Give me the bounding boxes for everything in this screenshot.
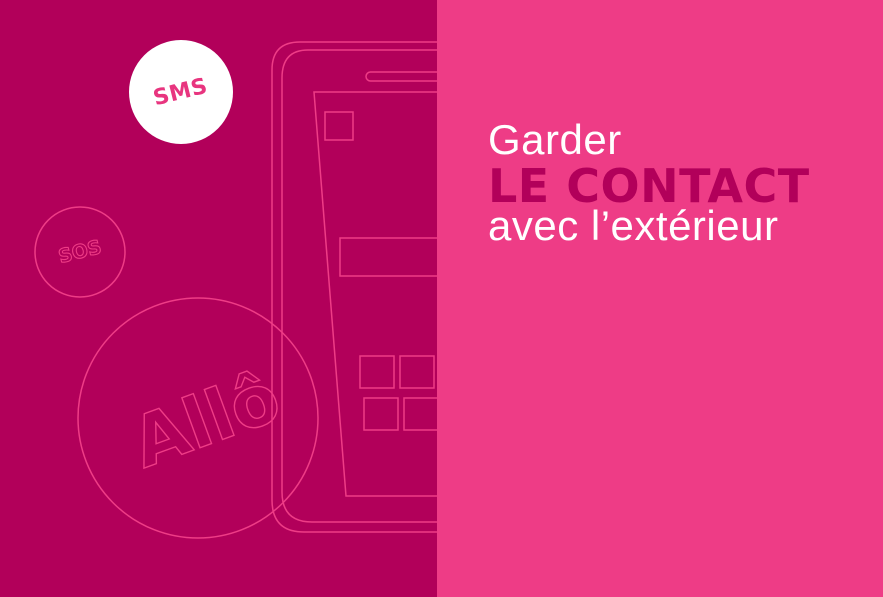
app-tile: [363, 397, 399, 431]
app-tile: [399, 355, 435, 389]
screen-bar: [339, 237, 437, 277]
app-tile: [403, 397, 437, 431]
phone-inner-outline: [281, 49, 437, 523]
phone-outline-icon: [271, 41, 437, 533]
sms-label: SMS: [151, 73, 211, 111]
phone-screen: [313, 91, 437, 497]
sms-bubble: SMS: [129, 40, 233, 144]
illustration-panel: SOS Allô SMS: [0, 0, 437, 597]
headline-line-1: Garder: [488, 116, 622, 163]
sos-label: SOS: [56, 236, 104, 268]
headline-line-3: avec l’extérieur: [488, 202, 779, 249]
text-panel: [437, 0, 883, 597]
allo-label: Allô: [121, 356, 290, 484]
poster: SOS Allô SMS Garder LE CONTACT avec l’ex…: [0, 0, 883, 597]
screen-square-icon: [324, 111, 354, 141]
headline: Garder LE CONTACT avec l’extérieur: [488, 118, 810, 248]
app-tile: [359, 355, 395, 389]
phone-speaker: [365, 71, 437, 82]
